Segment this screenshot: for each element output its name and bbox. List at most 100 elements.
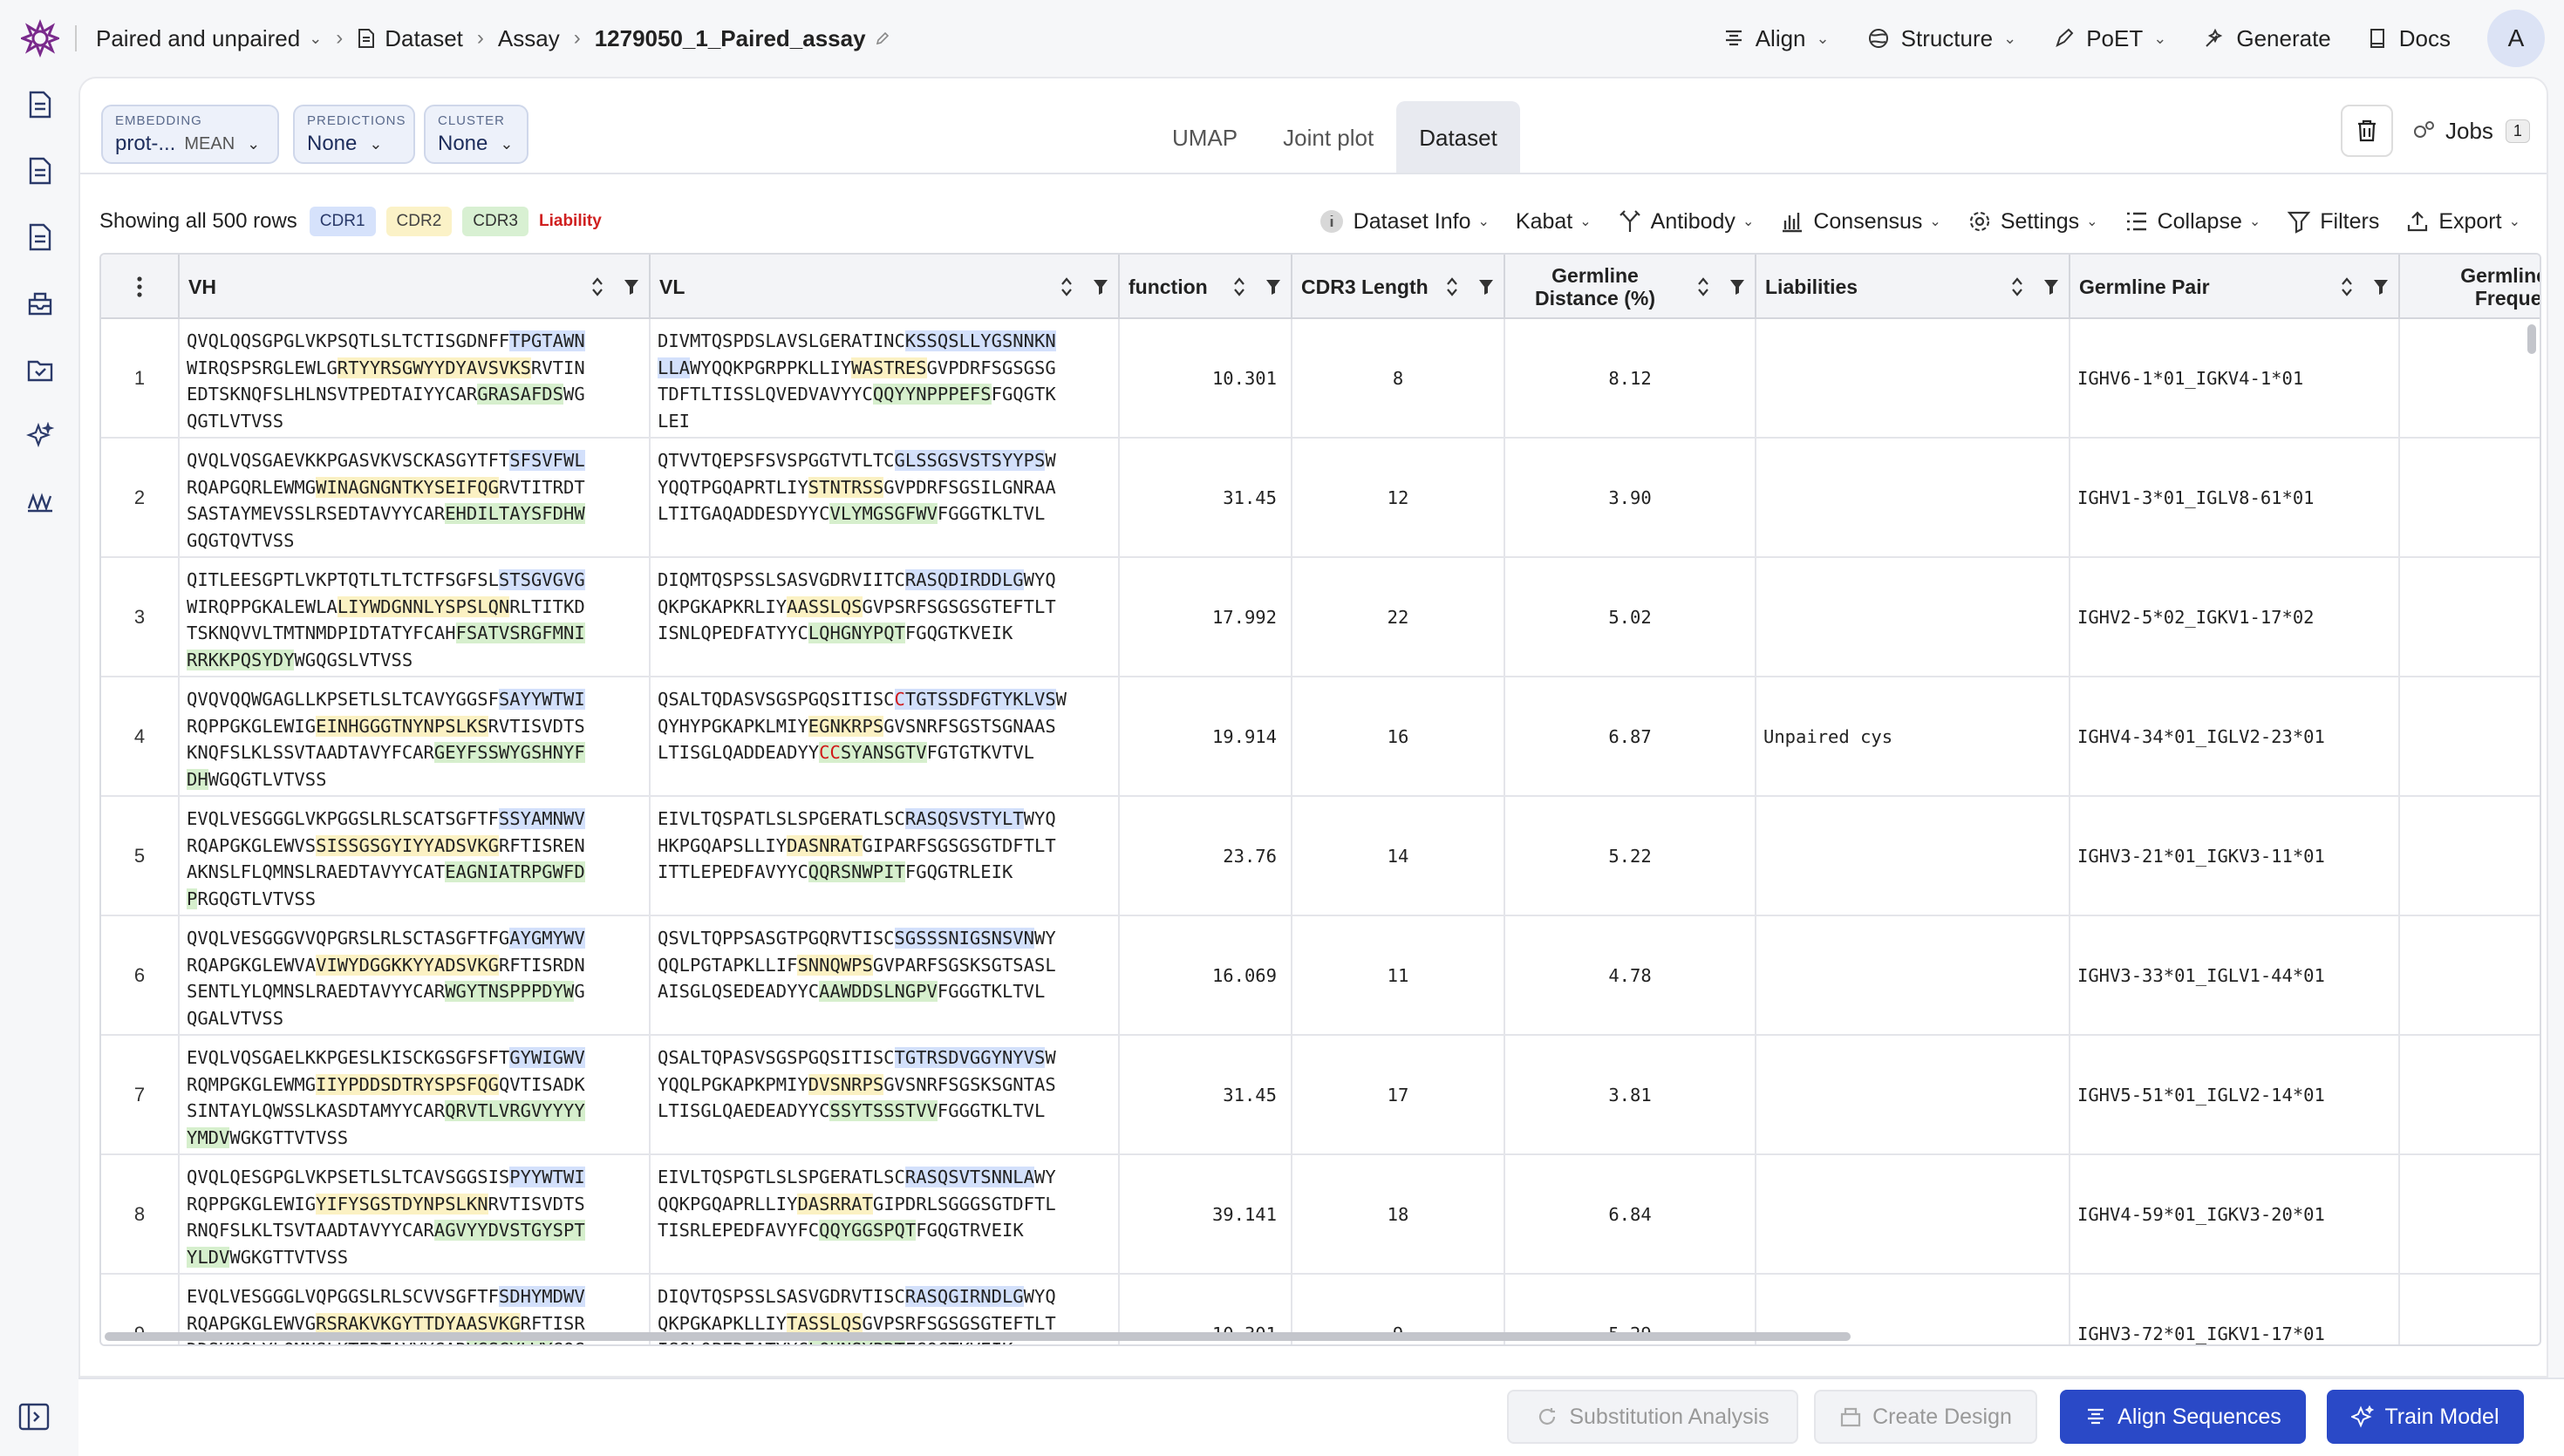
column-header-vl[interactable]: VL (651, 255, 1120, 319)
table-row[interactable]: 6 QVQLVESGGGVVQPGRSLRLSCTASGFTFGAYGMYWV R… (101, 916, 2540, 1036)
nav-align[interactable]: Align ⌄ (1722, 25, 1830, 52)
sort-icon[interactable] (591, 276, 603, 298)
avatar[interactable]: A (2487, 10, 2545, 67)
create-design-button[interactable]: Create Design (1814, 1390, 2037, 1444)
vertical-scrollbar[interactable] (2527, 324, 2536, 354)
sort-icon[interactable] (1233, 276, 1245, 298)
folder-check-icon[interactable] (23, 352, 58, 387)
settings-button[interactable]: Settings ⌄ (1967, 209, 2098, 235)
chevron-down-icon: ⌄ (1477, 214, 1490, 229)
jobs-count-badge: 1 (2505, 119, 2530, 143)
germline-distance-value: 6.87 (1505, 677, 1756, 795)
cdr1-highlight: GLSSGSVSTSYYPS (894, 450, 1046, 471)
column-menu-button[interactable] (101, 255, 180, 319)
sort-icon[interactable] (2011, 276, 2023, 298)
chevron-down-icon[interactable]: ⌄ (309, 30, 322, 48)
filter-icon[interactable] (2042, 277, 2060, 296)
column-header-liabilities[interactable]: Liabilities (1756, 255, 2070, 319)
document-icon[interactable] (23, 153, 58, 188)
collapse-button[interactable]: Collapse ⌄ (2124, 209, 2261, 235)
filter-icon[interactable] (1265, 277, 1282, 296)
top-nav: Align ⌄ Structure ⌄ PoET ⌄ Generate Docs A (1722, 0, 2564, 77)
filter-icon[interactable] (1729, 277, 1746, 296)
table-row[interactable]: 3 QITLEESGPTLVKPTQTLTLTCTFSGFSLSTSGVGVG W… (101, 558, 2540, 677)
cdr2-highlight: LIYWDGNNLYSPSLQN (337, 595, 510, 617)
table-row[interactable]: 2 QVQLVQSGAEVKKPGASVKVSCKASGYTFTSFSVFWL R… (101, 439, 2540, 558)
liabilities-value (1756, 916, 2070, 1034)
cdr2-highlight: YIFYSGSTDYNPSLKN (316, 1193, 488, 1214)
delete-button[interactable] (2341, 105, 2393, 157)
nav-generate[interactable]: Generate (2203, 25, 2331, 52)
table-row[interactable]: 5 EVQLVESGGGLVKPGGSLRLSCATSGFTFSSYAMNWV R… (101, 797, 2540, 916)
refresh-icon (1539, 1408, 1556, 1425)
nav-structure[interactable]: Structure ⌄ (1866, 25, 2016, 52)
table-row[interactable]: 8 QVQLQESGPGLVKPSETLSLTCAVSGGSISPYYWTWI R… (101, 1155, 2540, 1275)
sparkle-icon[interactable] (23, 418, 58, 453)
tab-dataset[interactable]: Dataset (1396, 101, 1520, 174)
document-icon[interactable] (23, 87, 58, 122)
pencil-icon[interactable] (875, 31, 890, 46)
cdr3-highlight: QQYGGSPQT (819, 1220, 917, 1241)
embedding-select[interactable]: EMBEDDING prot-... MEAN ⌄ (101, 105, 279, 164)
predictions-select[interactable]: PREDICTIONS None ⌄ (293, 105, 415, 164)
table-row[interactable]: 4 QVQVQQWGAGLLKPSETLSLTCAVYGGSFSAYYWTWI R… (101, 677, 2540, 797)
cluster-value: None (438, 132, 488, 155)
horizontal-scrollbar[interactable] (105, 1332, 1851, 1341)
germline-pair-frequency-value (2400, 1275, 2540, 1344)
align-sequences-button[interactable]: Align Sequences (2060, 1390, 2306, 1444)
chevron-down-icon: ⌄ (369, 134, 383, 153)
document-icon[interactable] (23, 220, 58, 255)
chevron-down-icon: ⌄ (1742, 214, 1755, 229)
column-header-vh[interactable]: VH (180, 255, 651, 319)
more-vertical-icon (137, 276, 142, 297)
filter-icon[interactable] (2372, 277, 2390, 296)
cdr3-highlight: SSYTSSSTVV (829, 1100, 938, 1121)
cdr1-highlight: AYGMYWV (509, 928, 585, 949)
sort-icon[interactable] (2341, 276, 2353, 298)
app-logo-icon[interactable] (19, 17, 61, 59)
inbox-icon[interactable] (23, 286, 58, 321)
dataset-info-button[interactable]: Dataset Info ⌄ (1319, 208, 1490, 235)
sort-icon[interactable] (1060, 276, 1073, 298)
train-model-button[interactable]: Train Model (2327, 1390, 2524, 1444)
filter-icon[interactable] (623, 277, 640, 296)
document-icon (358, 29, 375, 48)
column-header-function[interactable]: function (1120, 255, 1292, 319)
cdr3-highlight: LQHGNYPQT (808, 623, 905, 643)
breadcrumb-dataset[interactable]: Dataset (385, 25, 463, 52)
consensus-button[interactable]: Consensus ⌄ (1780, 209, 1941, 235)
breadcrumb-assay[interactable]: Assay (498, 25, 560, 52)
top-bar: Paired and unpaired ⌄ › Dataset › Assay … (0, 0, 2564, 77)
filter-icon[interactable] (1477, 277, 1495, 296)
collapse-label: Collapse (2157, 208, 2242, 234)
breadcrumb-project[interactable]: Paired and unpaired (96, 25, 300, 52)
table-row[interactable]: 7 EVQLVQSGAELKKPGESLKISCKGSGFSFTGYWIGWV R… (101, 1036, 2540, 1155)
export-button[interactable]: Export ⌄ (2405, 209, 2520, 235)
column-header-label: VH (188, 275, 216, 298)
embedding-sub: MEAN (184, 133, 235, 153)
tab-joint-plot[interactable]: Joint plot (1260, 101, 1396, 174)
nav-poet[interactable]: PoET ⌄ (2053, 25, 2166, 52)
jobs-button[interactable]: Jobs 1 (2411, 105, 2530, 157)
filters-button[interactable]: Filters (2287, 209, 2379, 235)
column-header-germline-pair-frequency[interactable]: Germline Pair Frequency (2400, 255, 2540, 319)
table-row[interactable]: 1 QVQLQQSGPGLVKPSQTLSLTCTISGDNFFTPGTAWN W… (101, 319, 2540, 439)
cdr2-highlight: WASTRES (851, 357, 927, 378)
sort-icon[interactable] (1697, 276, 1709, 298)
germline-pair-value: IGHV6-1*01_IGKV4-1*01 (2070, 319, 2400, 437)
column-header-cdr3-length[interactable]: CDR3 Length (1292, 255, 1505, 319)
column-header-germline-distance[interactable]: Germline Distance (%) (1505, 255, 1756, 319)
numbering-select[interactable]: Kabat ⌄ (1516, 209, 1592, 235)
tab-umap[interactable]: UMAP (1149, 101, 1260, 174)
nav-docs[interactable]: Docs (2368, 25, 2451, 52)
sort-icon[interactable] (1446, 276, 1458, 298)
chart-wave-icon[interactable] (23, 485, 58, 520)
filter-icon[interactable] (1092, 277, 1109, 296)
substitution-analysis-button[interactable]: Substitution Analysis (1507, 1390, 1798, 1444)
column-header-germline-pair[interactable]: Germline Pair (2070, 255, 2400, 319)
sidebar-toggle-icon[interactable] (17, 1402, 51, 1436)
antibody-button[interactable]: Antibody ⌄ (1618, 209, 1755, 235)
germline-pair-frequency-value (2400, 319, 2540, 437)
liability-residue: C (894, 689, 905, 710)
cluster-select[interactable]: CLUSTER None ⌄ (424, 105, 528, 164)
